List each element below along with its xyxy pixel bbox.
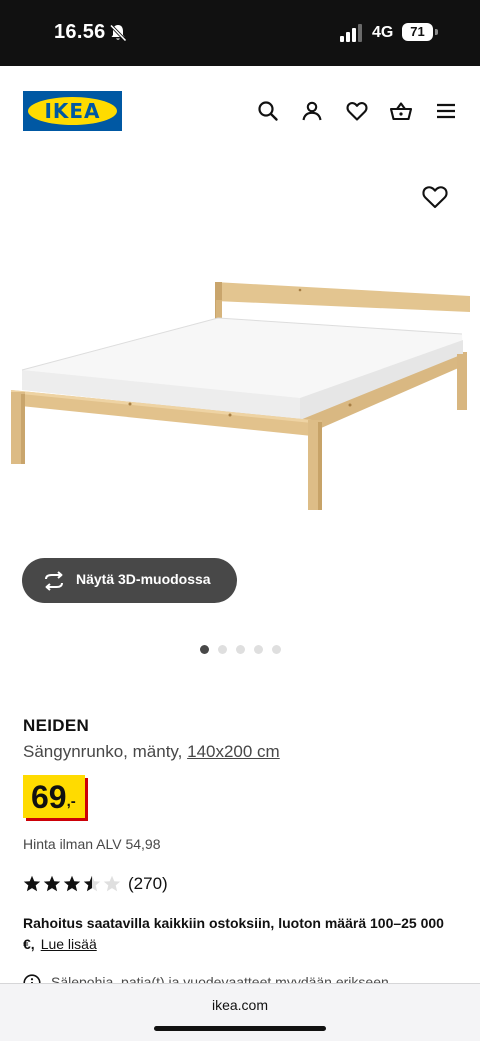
rotate-3d-icon (45, 571, 63, 591)
product-description: Sängynrunko, mänty, 140x200 cm (23, 742, 280, 762)
browser-address-bar[interactable]: ikea.com (0, 983, 480, 1041)
battery-icon: 71 (402, 22, 438, 42)
site-header: IKEA (0, 66, 480, 156)
price-tag: 69,- (23, 775, 85, 818)
financing-text: Rahoitus saatavilla kaikkiin ostoksiin, … (23, 915, 444, 931)
bell-off-icon (109, 24, 127, 42)
product-description-text: Sängynrunko, mänty, (23, 742, 188, 761)
review-count[interactable]: (270) (128, 874, 168, 894)
status-bar: 16.56 4G 71 (0, 0, 480, 66)
url-text[interactable]: ikea.com (0, 997, 480, 1013)
basket-icon[interactable] (389, 99, 413, 123)
search-icon[interactable] (256, 99, 280, 123)
gallery-dot[interactable] (272, 645, 281, 654)
gallery-dot[interactable] (218, 645, 227, 654)
gallery-dot[interactable] (200, 645, 209, 654)
status-time: 16.56 (54, 21, 106, 43)
product-size-link[interactable]: 140x200 cm (187, 742, 280, 761)
network-type: 4G (372, 24, 394, 41)
price-ex-vat: Hinta ilman ALV 54,98 (23, 836, 161, 852)
menu-icon[interactable] (434, 99, 458, 123)
rating-stars (23, 875, 121, 892)
bed-frame-image (11, 282, 470, 510)
star-icon (23, 875, 41, 892)
ikea-logo[interactable]: IKEA (23, 91, 122, 131)
star-icon (43, 875, 61, 892)
price-integer: 69 (31, 779, 67, 815)
favourite-heart-icon[interactable] (420, 182, 450, 212)
heart-icon[interactable] (345, 99, 369, 123)
product-gallery[interactable]: Näytä 3D-muodossa (0, 160, 480, 680)
read-more-link[interactable]: Lue lisää (41, 936, 97, 952)
price-suffix: ,- (66, 793, 76, 810)
user-icon[interactable] (300, 99, 324, 123)
gallery-dot[interactable] (236, 645, 245, 654)
gallery-dots (200, 645, 290, 655)
battery-level: 71 (402, 23, 433, 41)
view-3d-label: Näytä 3D-muodossa (76, 571, 211, 587)
signal-icon (340, 24, 362, 42)
product-name: NEIDEN (23, 716, 90, 735)
gallery-dot[interactable] (254, 645, 263, 654)
star-half-icon (83, 875, 101, 892)
star-icon (63, 875, 81, 892)
home-indicator (154, 1026, 326, 1031)
product-page: 16.56 4G 71 IKEA Näytä 3D-muodossa NEIDE… (0, 0, 480, 1041)
star-empty-icon (103, 875, 121, 892)
view-3d-button[interactable]: Näytä 3D-muodossa (22, 558, 237, 603)
financing-line-2: €, Lue lisää (23, 936, 97, 952)
financing-currency: €, (23, 936, 35, 952)
battery-tip (435, 29, 438, 35)
logo-text: IKEA (44, 99, 101, 123)
